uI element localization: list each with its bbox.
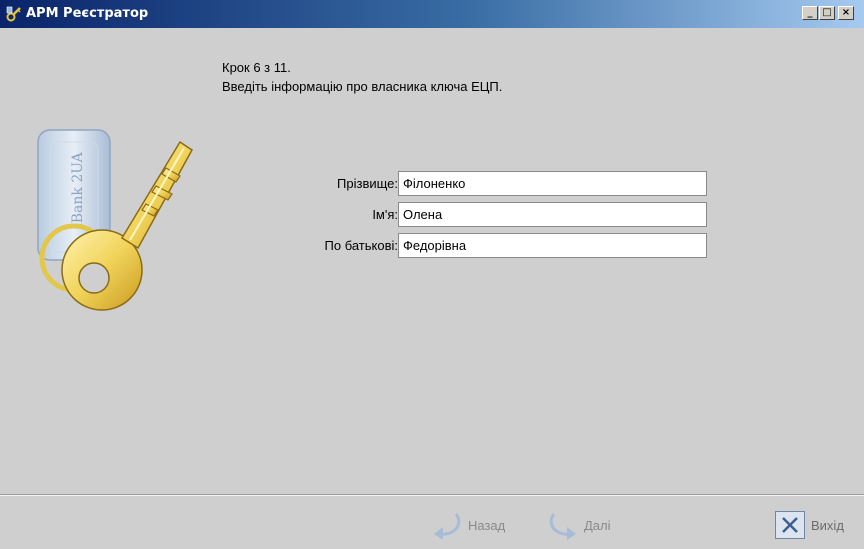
close-icon	[775, 511, 805, 539]
next-label: Далі	[584, 517, 611, 533]
back-label: Назад	[468, 517, 506, 533]
name-row: Ім'я:	[0, 202, 864, 228]
surname-row: Прізвище:	[0, 171, 864, 197]
window-title: АРМ Реєстратор	[26, 6, 149, 21]
exit-label: Вихід	[811, 517, 844, 533]
step-instruction: Введіть інформацію про власника ключа ЕЦ…	[222, 79, 503, 94]
app-icon	[6, 6, 21, 22]
app-window: АРМ Реєстратор _ □ × Крок 6 з 11. Введіт…	[0, 0, 864, 549]
next-arrow-icon	[549, 513, 576, 540]
name-field[interactable]	[398, 202, 707, 227]
exit-button[interactable]: Вихід	[775, 508, 844, 542]
patronymic-label: По батькові:	[324, 238, 398, 253]
back-arrow-icon	[434, 513, 461, 540]
back-button[interactable]: Назад	[430, 508, 505, 542]
title-bar[interactable]: АРМ Реєстратор _ □ ×	[0, 0, 864, 28]
surname-field[interactable]	[398, 171, 707, 196]
surname-label: Прізвище:	[337, 176, 398, 191]
name-label: Ім'я:	[372, 207, 398, 222]
maximize-button[interactable]: □	[819, 6, 835, 20]
close-button[interactable]: ×	[838, 6, 854, 20]
footer-separator	[0, 494, 864, 496]
minimize-button[interactable]: _	[802, 6, 818, 20]
wizard-header: Крок 6 з 11. Введіть інформацію про влас…	[222, 58, 502, 96]
next-button[interactable]: Далі	[546, 508, 611, 542]
step-indicator: Крок 6 з 11.	[222, 60, 291, 75]
patronymic-field[interactable]	[398, 233, 707, 258]
patronymic-row: По батькові:	[0, 233, 864, 259]
